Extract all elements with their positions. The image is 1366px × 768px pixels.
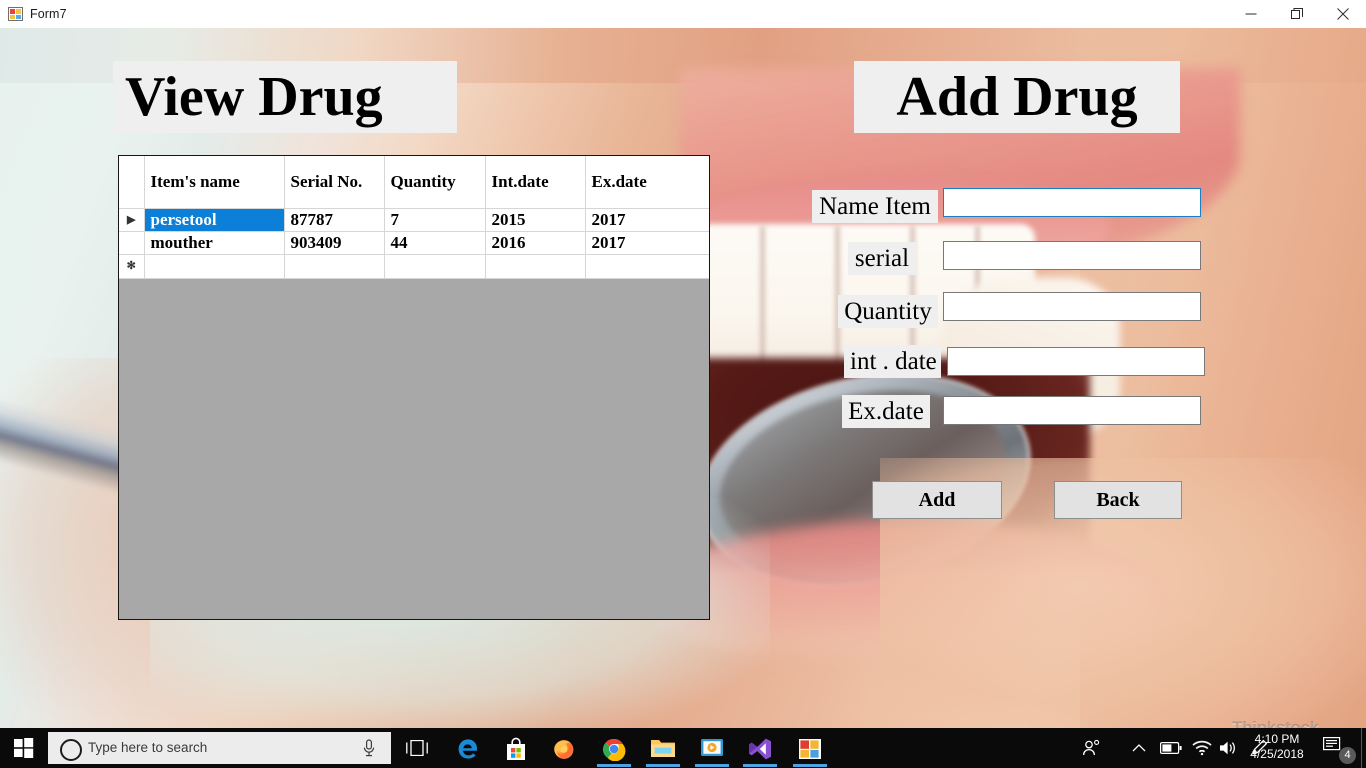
app-running-indicator (793, 764, 827, 767)
cell-quantity[interactable] (384, 254, 486, 279)
cell-quantity[interactable]: 44 (384, 231, 486, 255)
cell-ex-date[interactable]: 2017 (585, 208, 709, 232)
app-running-indicator (695, 764, 729, 767)
taskbar-app-microsoft-edge[interactable] (444, 728, 492, 768)
table-row[interactable]: ▶ persetool 87787 7 2015 2017 (119, 208, 709, 232)
battery-icon[interactable] (1156, 728, 1186, 768)
form-client-area: Thinkstock View Drug Add Drug Item's nam… (0, 28, 1366, 728)
app-running-indicator (597, 764, 631, 767)
taskbar-app-visual-basic-app[interactable] (786, 728, 834, 768)
cell-item-name[interactable]: persetool (144, 208, 285, 232)
row-header-current[interactable]: ▶ (119, 208, 145, 232)
row-header-corner (119, 156, 145, 209)
view-drug-title: View Drug (113, 61, 457, 133)
app-running-indicator (743, 764, 777, 767)
stock-photo-watermark: Thinkstock (1232, 718, 1319, 728)
ex-date-input[interactable] (943, 396, 1201, 425)
microphone-icon[interactable] (361, 739, 377, 757)
clock-date: 4/25/2018 (1250, 747, 1304, 761)
quantity-input[interactable] (943, 292, 1201, 321)
taskbar-app-mozilla-firefox[interactable] (540, 728, 588, 768)
taskbar-app-file-explorer[interactable] (639, 728, 687, 768)
movies-and-tv-icon (700, 737, 724, 764)
chevron-up-icon[interactable] (1124, 728, 1154, 768)
show-desktop-button[interactable] (1361, 728, 1366, 768)
table-row[interactable]: mouther 903409 44 2016 2017 (119, 231, 709, 255)
cell-ex-date[interactable] (585, 254, 709, 279)
column-header-item-name[interactable]: Item's name (144, 156, 285, 209)
app-running-indicator (646, 764, 680, 767)
cortana-circle-icon (60, 739, 82, 761)
visual-studio-icon (748, 737, 772, 766)
file-explorer-icon (650, 737, 676, 764)
row-header-new[interactable]: ✻ (119, 254, 145, 279)
windows-taskbar: Type here to search 4:10 PM 4/25/2018 4 (0, 728, 1366, 768)
label-ex-date: Ex.date (842, 395, 930, 428)
visual-basic-app-icon (798, 737, 822, 766)
taskbar-app-movies-and-tv[interactable] (688, 728, 736, 768)
windows-start-icon[interactable] (0, 728, 48, 768)
label-name-item: Name Item (812, 190, 938, 223)
cell-ex-date[interactable]: 2017 (585, 231, 709, 255)
restore-button[interactable] (1274, 0, 1320, 28)
name-item-input[interactable] (943, 188, 1201, 217)
window-title: Form7 (30, 7, 67, 21)
column-header-ex-date[interactable]: Ex.date (585, 156, 709, 209)
drug-table: Item's name Serial No. Quantity Int.date… (119, 156, 709, 279)
google-chrome-icon (602, 737, 626, 766)
minimize-button[interactable] (1228, 0, 1274, 28)
row-header[interactable] (119, 231, 145, 255)
search-input[interactable]: Type here to search (48, 732, 391, 764)
taskbar-app-microsoft-store[interactable] (492, 728, 540, 768)
search-placeholder: Type here to search (88, 740, 208, 755)
microsoft-edge-icon (456, 737, 480, 766)
task-view-icon[interactable] (396, 728, 438, 768)
cell-serial-no[interactable]: 87787 (284, 208, 385, 232)
table-header-row: Item's name Serial No. Quantity Int.date… (119, 156, 709, 209)
taskbar-app-google-chrome[interactable] (590, 728, 638, 768)
back-button[interactable]: Back (1054, 481, 1182, 519)
vb-form-icon (8, 6, 24, 22)
window-title-bar: Form7 (0, 0, 1366, 29)
label-quantity: Quantity (838, 295, 938, 328)
cell-int-date[interactable]: 2015 (485, 208, 586, 232)
cell-int-date[interactable] (485, 254, 586, 279)
cell-item-name[interactable] (144, 254, 285, 279)
taskbar-app-visual-studio[interactable] (736, 728, 784, 768)
taskbar-clock[interactable]: 4:10 PM 4/25/2018 (1240, 728, 1314, 768)
column-header-int-date[interactable]: Int.date (485, 156, 586, 209)
add-button[interactable]: Add (872, 481, 1002, 519)
notification-icon[interactable]: 4 (1318, 728, 1362, 768)
close-button[interactable] (1320, 0, 1366, 28)
screen: Form7 Thinkstock View Drug Add Drug Item… (0, 0, 1366, 768)
table-new-row[interactable]: ✻ (119, 254, 709, 279)
mozilla-firefox-icon (552, 737, 576, 766)
microsoft-store-icon (505, 737, 527, 766)
column-header-quantity[interactable]: Quantity (384, 156, 486, 209)
add-drug-title: Add Drug (854, 61, 1180, 133)
wifi-icon[interactable] (1188, 728, 1216, 768)
int-date-input[interactable] (947, 347, 1205, 376)
label-int-date: int . date (844, 345, 941, 378)
cell-quantity[interactable]: 7 (384, 208, 486, 232)
cell-serial-no[interactable] (284, 254, 385, 279)
notification-badge: 4 (1339, 747, 1356, 764)
drug-data-grid[interactable]: Item's name Serial No. Quantity Int.date… (118, 155, 710, 620)
clock-time: 4:10 PM (1254, 732, 1300, 746)
serial-input[interactable] (943, 241, 1201, 270)
column-header-serial-no[interactable]: Serial No. (284, 156, 385, 209)
label-serial: serial (848, 242, 916, 275)
cell-serial-no[interactable]: 903409 (284, 231, 385, 255)
cell-int-date[interactable]: 2016 (485, 231, 586, 255)
people-icon[interactable] (1074, 728, 1108, 768)
cell-item-name[interactable]: mouther (144, 231, 285, 255)
